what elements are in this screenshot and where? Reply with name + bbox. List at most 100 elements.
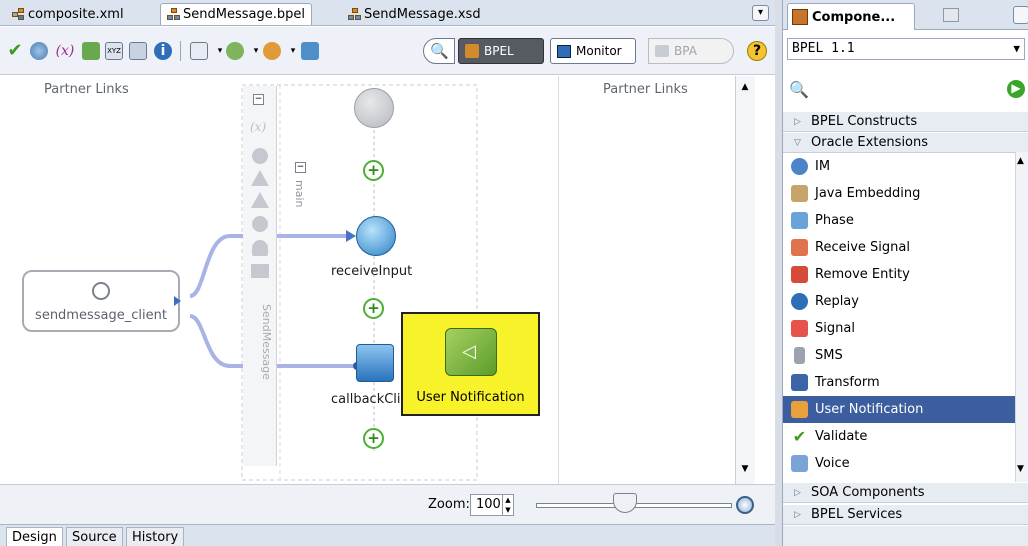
add-activity-icon[interactable]: + bbox=[363, 298, 384, 319]
speaker-icon: ◁ bbox=[462, 341, 476, 362]
validate-check-icon[interactable]: ✔ bbox=[6, 42, 24, 60]
test-icon[interactable] bbox=[263, 42, 281, 60]
scroll-up-icon[interactable]: ▲ bbox=[738, 82, 752, 94]
palette-footer bbox=[783, 526, 1028, 546]
category-bpel-services[interactable]: ▷ BPEL Services bbox=[783, 505, 1028, 525]
user-notification-icon bbox=[791, 401, 808, 418]
bpel-editor: composite.xml SendMessage.bpel SendMessa… bbox=[0, 0, 775, 546]
variables-icon[interactable]: (x) bbox=[53, 42, 77, 60]
monitor-view-button[interactable]: Monitor bbox=[550, 38, 636, 64]
palette-item-java-embedding[interactable]: Java Embedding bbox=[783, 180, 1015, 207]
canvas-vertical-scrollbar[interactable]: ▲ ▼ bbox=[735, 76, 755, 484]
palette-item-sms[interactable]: SMS bbox=[783, 342, 1015, 369]
tab-sendmessage-xsd[interactable]: SendMessage.xsd bbox=[342, 3, 487, 25]
palette-tab-bar: Compone... bbox=[783, 0, 1028, 30]
palette-item-replay[interactable]: Replay bbox=[783, 288, 1015, 315]
binoculars-icon[interactable]: 🔍 bbox=[789, 80, 809, 99]
palette-item-remove-entity[interactable]: Remove Entity bbox=[783, 261, 1015, 288]
category-label: BPEL Constructs bbox=[811, 114, 918, 129]
tab-history[interactable]: History bbox=[126, 527, 185, 546]
tab-composite[interactable]: composite.xml bbox=[6, 3, 130, 25]
info-icon[interactable]: i bbox=[154, 42, 172, 60]
process-name-label: SendMessage bbox=[260, 304, 273, 380]
properties-icon[interactable] bbox=[129, 42, 147, 60]
collapse-main-icon[interactable]: − bbox=[295, 162, 306, 173]
collapse-scope-icon[interactable]: − bbox=[253, 94, 264, 105]
correlation-icon[interactable] bbox=[82, 42, 100, 60]
chevron-down-icon: ▼ bbox=[1013, 42, 1020, 55]
scope-action-bar: − (x) SendMessage bbox=[243, 86, 277, 466]
tab-list-dropdown-icon[interactable]: ▾ bbox=[752, 5, 769, 21]
start-node[interactable] bbox=[354, 88, 394, 128]
chevron-down-icon[interactable]: ▾ bbox=[284, 42, 302, 60]
tab-component-palette[interactable]: Compone... bbox=[787, 3, 915, 30]
deploy-icon[interactable] bbox=[226, 42, 244, 60]
palette-page-selector[interactable]: BPEL 1.1 ▼ bbox=[787, 38, 1025, 60]
palette-aux-icon[interactable] bbox=[943, 8, 959, 22]
chevron-right-icon: ▷ bbox=[794, 488, 801, 498]
minimize-icon[interactable] bbox=[1013, 6, 1028, 24]
tab-source[interactable]: Source bbox=[66, 527, 123, 546]
chevron-right-icon: ▷ bbox=[794, 510, 801, 520]
bpa-view-button[interactable]: BPA bbox=[648, 38, 734, 64]
scope-termination-icon[interactable] bbox=[252, 240, 268, 256]
go-arrow-icon[interactable]: ▶ bbox=[1007, 80, 1025, 98]
globe-icon[interactable] bbox=[30, 42, 48, 60]
palette-item-signal[interactable]: Signal bbox=[783, 315, 1015, 342]
component-palette: Compone... BPEL 1.1 ▼ 🔍 ▶ ▷ BPEL Constru… bbox=[782, 0, 1028, 546]
invoke-activity-label[interactable]: callbackClient bbox=[331, 392, 401, 407]
bpel-file-icon bbox=[167, 8, 180, 21]
tab-sendmessage-bpel[interactable]: SendMessage.bpel bbox=[160, 3, 312, 25]
scope-correlation-icon[interactable] bbox=[251, 264, 269, 278]
zoom-input[interactable]: 100 ▲ ▼ bbox=[470, 494, 514, 516]
palette-scrollbar[interactable]: ▲ ▼ bbox=[1015, 152, 1028, 482]
palette-item-validate[interactable]: ✔ Validate bbox=[783, 423, 1015, 450]
tab-design[interactable]: Design bbox=[6, 527, 63, 546]
receive-activity-label[interactable]: receiveInput bbox=[331, 264, 412, 279]
bpa-icon bbox=[655, 45, 669, 57]
drag-tooltip-label: User Notification bbox=[416, 390, 525, 405]
zoom-spinner-icon[interactable]: ▲ ▼ bbox=[502, 495, 513, 515]
xml-icon[interactable]: XYZ bbox=[105, 42, 123, 60]
scope-compensation-icon[interactable] bbox=[252, 216, 268, 232]
invoke-activity-icon[interactable] bbox=[356, 344, 394, 382]
palette-item-voice[interactable]: Voice bbox=[783, 450, 1015, 477]
palette-item-transform[interactable]: Transform bbox=[783, 369, 1015, 396]
palette-item-im[interactable]: IM bbox=[783, 153, 1015, 180]
palette-item-user-notification[interactable]: User Notification bbox=[783, 396, 1015, 423]
partner-link-node[interactable]: sendmessage_client bbox=[22, 270, 181, 332]
bpel-canvas[interactable]: Partner Links Partner Links − (x) SendMe… bbox=[0, 76, 755, 484]
scope-variables-icon[interactable]: (x) bbox=[250, 120, 266, 134]
scroll-up-icon[interactable]: ▲ bbox=[1017, 156, 1024, 166]
scope-event-icon[interactable] bbox=[251, 170, 269, 186]
zoom-label: Zoom: bbox=[428, 497, 470, 512]
palette-item-phase[interactable]: Phase bbox=[783, 207, 1015, 234]
help-icon[interactable]: ? bbox=[747, 41, 767, 61]
add-activity-icon[interactable]: + bbox=[363, 160, 384, 181]
checklist-icon[interactable] bbox=[190, 42, 208, 60]
category-oracle-extensions[interactable]: ▽ Oracle Extensions bbox=[783, 133, 1028, 153]
palette-item-label: Receive Signal bbox=[815, 240, 910, 255]
add-activity-icon[interactable]: + bbox=[363, 428, 384, 449]
transform-icon bbox=[791, 374, 808, 391]
palette-selector-value: BPEL 1.1 bbox=[792, 41, 855, 56]
monitor-label: Monitor bbox=[576, 44, 622, 58]
find-button[interactable]: 🔍 bbox=[423, 38, 455, 64]
receive-activity-icon[interactable] bbox=[356, 216, 396, 256]
sms-icon bbox=[794, 347, 805, 364]
palette-item-receive-signal[interactable]: Receive Signal bbox=[783, 234, 1015, 261]
scroll-down-icon[interactable]: ▼ bbox=[1017, 464, 1024, 474]
refresh-icon[interactable] bbox=[301, 42, 319, 60]
scope-handler-icon[interactable] bbox=[252, 148, 268, 164]
scroll-down-icon[interactable]: ▼ bbox=[738, 464, 752, 476]
scope-fault-icon[interactable] bbox=[251, 192, 269, 208]
zoom-fit-icon[interactable] bbox=[736, 496, 754, 514]
palette-item-label: IM bbox=[815, 159, 831, 174]
tab-label: SendMessage.bpel bbox=[183, 7, 305, 22]
category-soa-components[interactable]: ▷ SOA Components bbox=[783, 483, 1028, 503]
category-bpel-constructs[interactable]: ▷ BPEL Constructs bbox=[783, 112, 1028, 132]
bpel-view-button[interactable]: BPEL bbox=[458, 38, 544, 64]
category-label: BPEL Services bbox=[811, 507, 903, 522]
partner-link-port-icon[interactable] bbox=[174, 296, 181, 306]
zoom-slider-thumb[interactable] bbox=[613, 493, 637, 513]
